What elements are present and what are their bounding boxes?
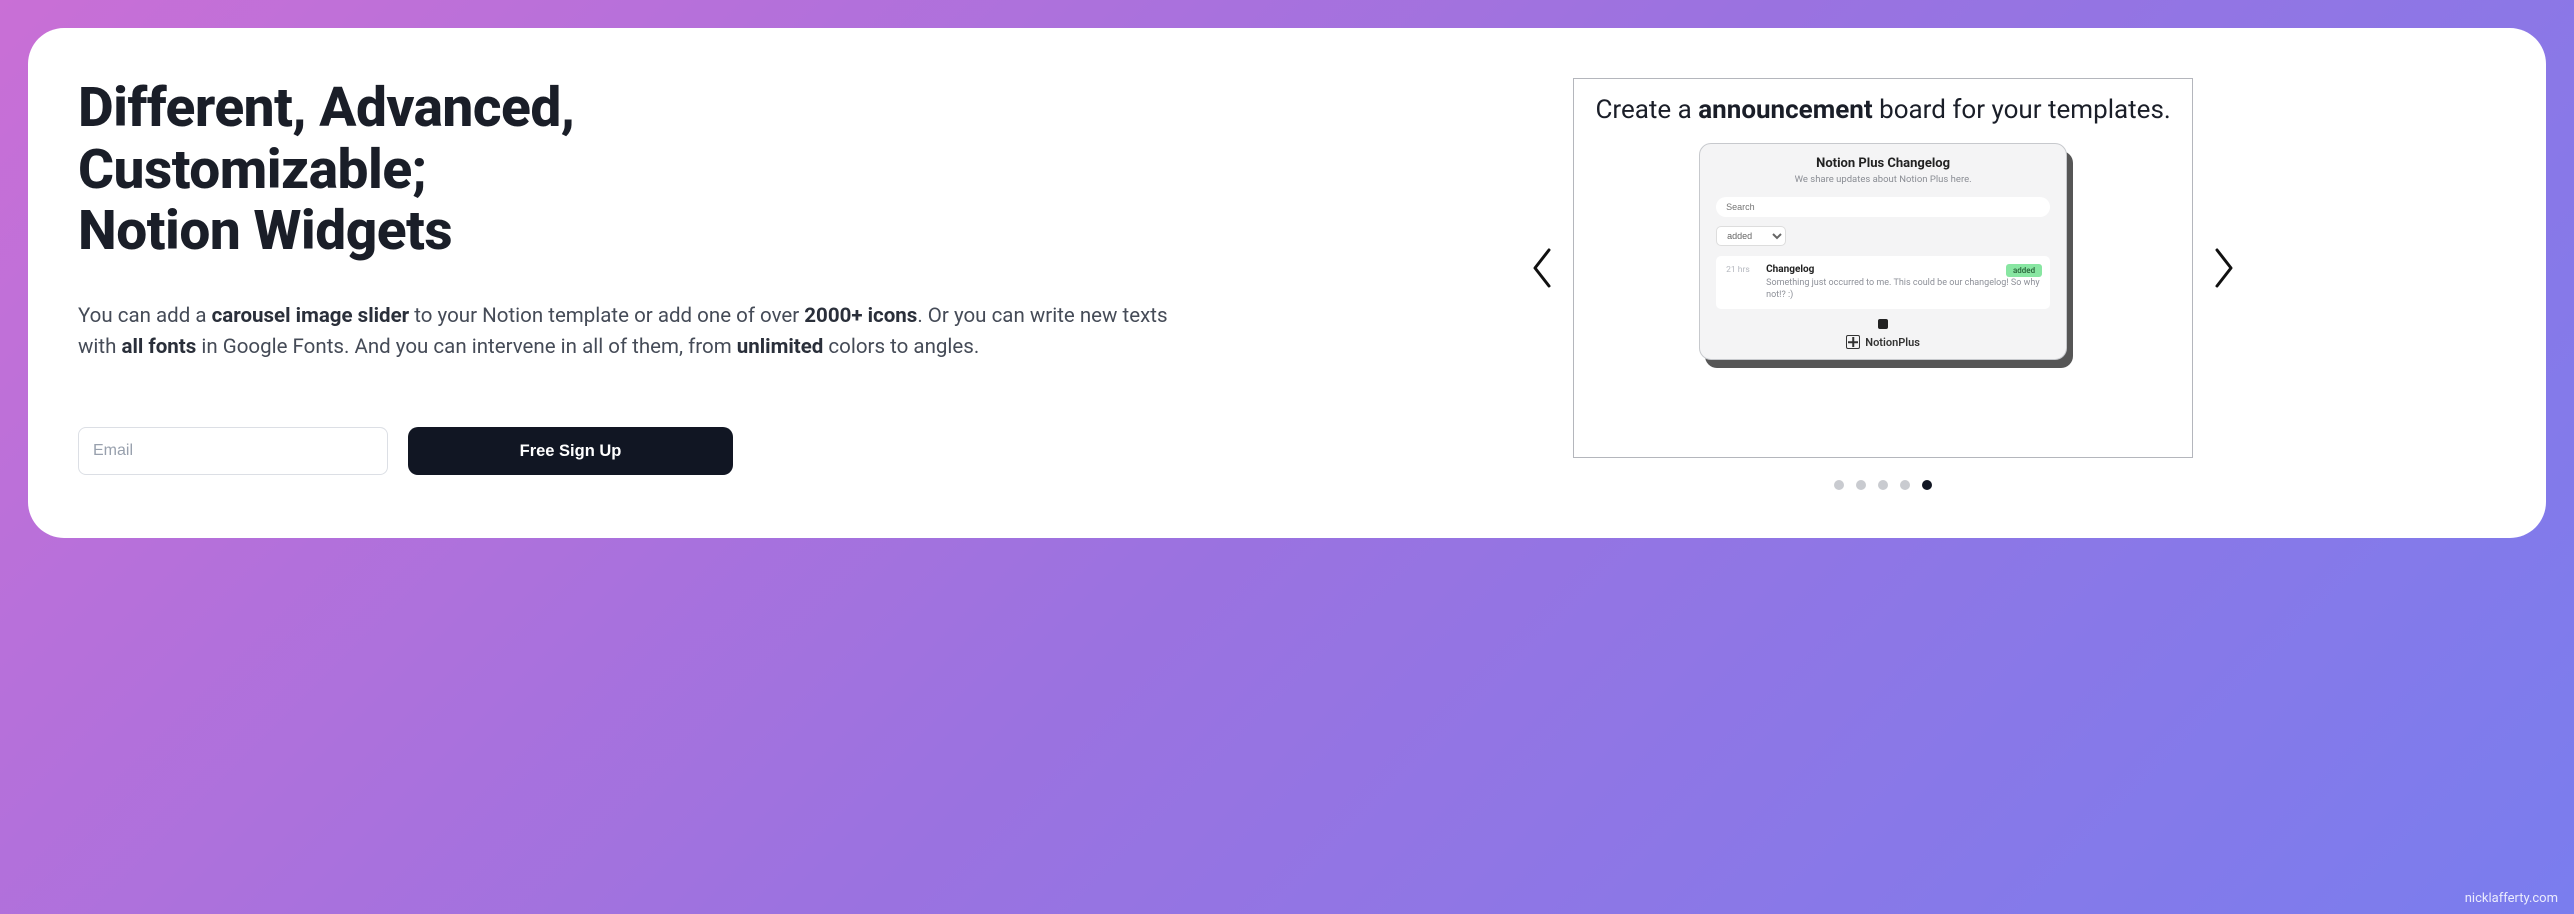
carousel-dot-2[interactable] bbox=[1856, 480, 1866, 490]
hero-left-column: Different, Advanced, Customizable; Notio… bbox=[78, 78, 1190, 475]
hero-description: You can add a carousel image slider to y… bbox=[78, 301, 1190, 363]
hero-title-line2: Customizable; bbox=[78, 138, 426, 202]
hero-title-line3: Notion Widgets bbox=[78, 199, 452, 263]
watermark: nicklafferty.com bbox=[2465, 891, 2558, 906]
slide-title: Create a announcement board for your tem… bbox=[1595, 93, 2170, 129]
widget-filter-select[interactable]: added bbox=[1716, 226, 1786, 246]
entry-tag: added bbox=[2006, 264, 2042, 277]
carousel-dot-5[interactable] bbox=[1922, 480, 1932, 490]
carousel-dot-3[interactable] bbox=[1878, 480, 1888, 490]
chevron-left-icon bbox=[1529, 246, 1553, 290]
entry-time: 21 hrs bbox=[1726, 264, 1754, 275]
pagination-icon bbox=[1878, 319, 1888, 329]
carousel-slide: Create a announcement board for your tem… bbox=[1573, 78, 2193, 458]
notionplus-logo-icon bbox=[1846, 335, 1860, 349]
carousel-dot-4[interactable] bbox=[1900, 480, 1910, 490]
brand-row: NotionPlus bbox=[1846, 335, 1920, 349]
entry-body: Changelog Something just occurred to me.… bbox=[1766, 264, 2040, 301]
changelog-widget: Notion Plus Changelog We share updates a… bbox=[1699, 143, 2067, 360]
hero-card: Different, Advanced, Customizable; Notio… bbox=[28, 28, 2546, 538]
carousel-dot-1[interactable] bbox=[1834, 480, 1844, 490]
carousel-dots bbox=[1834, 480, 1932, 490]
brand-name: NotionPlus bbox=[1865, 336, 1920, 349]
entry-title: Changelog bbox=[1766, 264, 2040, 275]
hero-right-column: Create a announcement board for your tem… bbox=[1270, 78, 2496, 490]
hero-title: Different, Advanced, Customizable; Notio… bbox=[78, 78, 1190, 263]
carousel-prev-button[interactable] bbox=[1527, 244, 1555, 292]
email-field[interactable] bbox=[78, 427, 388, 475]
hero-title-line1: Different, Advanced, bbox=[78, 76, 574, 140]
entry-text: Something just occurred to me. This coul… bbox=[1766, 277, 2040, 301]
widget-search-input[interactable] bbox=[1716, 197, 2050, 217]
carousel: Create a announcement board for your tem… bbox=[1270, 78, 2496, 458]
chevron-right-icon bbox=[2213, 246, 2237, 290]
widget-footer: NotionPlus bbox=[1716, 319, 2050, 349]
signup-button[interactable]: Free Sign Up bbox=[408, 427, 733, 475]
widget-title: Notion Plus Changelog bbox=[1716, 156, 2050, 171]
changelog-entry: 21 hrs Changelog Something just occurred… bbox=[1716, 256, 2050, 309]
widget-subtitle: We share updates about Notion Plus here. bbox=[1716, 174, 2050, 185]
carousel-next-button[interactable] bbox=[2211, 244, 2239, 292]
signup-row: Free Sign Up bbox=[78, 427, 1190, 475]
